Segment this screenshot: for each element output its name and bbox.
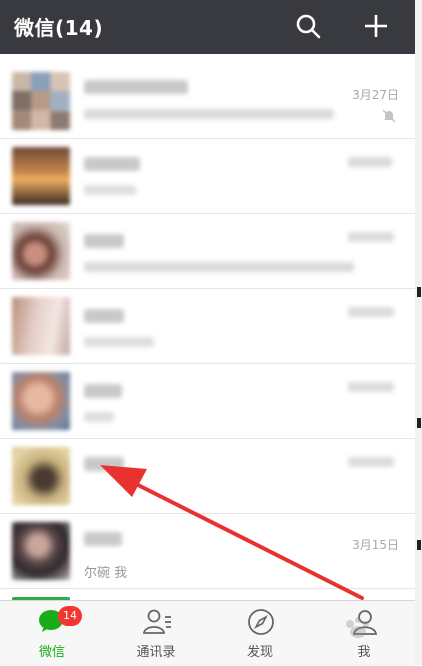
tab-chats[interactable]: 14 微信 <box>0 601 104 666</box>
mute-icon <box>381 108 397 128</box>
plus-icon[interactable] <box>360 10 392 42</box>
chat-row[interactable] <box>0 139 415 214</box>
contact-avatar <box>12 522 70 580</box>
chat-name-blurred <box>84 457 124 471</box>
strip-mark <box>417 418 421 428</box>
contact-avatar <box>12 297 70 355</box>
compass-icon <box>248 609 274 635</box>
chat-row[interactable] <box>0 364 415 439</box>
chat-name-blurred <box>84 234 124 248</box>
chat-preview-blurred <box>84 109 334 119</box>
strip-mark <box>417 540 421 550</box>
contact-avatar <box>12 147 70 205</box>
contact-avatar <box>12 222 70 280</box>
group-avatar <box>12 72 70 130</box>
chat-name-blurred <box>84 309 124 323</box>
chat-row[interactable]: 3月15日 尔碗 我 <box>0 514 415 589</box>
chat-name-blurred <box>84 532 122 546</box>
chat-preview-blurred <box>84 262 354 272</box>
chat-row[interactable]: 3月27日 <box>0 64 415 139</box>
chat-preview-blurred <box>84 337 154 347</box>
tab-contacts[interactable]: 通讯录 <box>104 601 208 666</box>
chat-list[interactable]: 3月27日 3月15日 尔碗 我 <box>0 54 415 600</box>
chat-time-blurred <box>348 307 394 317</box>
contact-avatar <box>12 447 70 505</box>
tab-label: 微信 <box>38 645 65 660</box>
watermark-logo <box>346 617 369 638</box>
background-window-strip <box>415 0 422 665</box>
chat-row[interactable] <box>0 589 415 600</box>
chat-time-blurred <box>348 457 394 467</box>
chat-time-blurred <box>348 232 394 242</box>
tab-label: 发现 <box>246 645 273 660</box>
chat-time: 3月27日 <box>352 88 399 102</box>
search-icon[interactable] <box>292 10 324 42</box>
chat-time-blurred <box>348 157 392 167</box>
chat-preview: 尔碗 我 <box>84 566 128 581</box>
strip-mark <box>417 287 421 297</box>
chat-name-blurred <box>84 384 122 398</box>
contact-avatar <box>12 372 70 430</box>
chat-time-blurred <box>348 382 394 392</box>
chat-row[interactable] <box>0 439 415 514</box>
chat-name-blurred <box>84 157 140 171</box>
tab-discover[interactable]: 发现 <box>208 601 312 666</box>
chat-row[interactable] <box>0 289 415 364</box>
chat-preview-blurred <box>84 412 114 422</box>
chat-name-blurred <box>84 80 188 94</box>
chat-preview-blurred <box>84 185 136 195</box>
chat-row[interactable] <box>0 214 415 289</box>
app-title: 微信(14) <box>14 16 104 40</box>
top-bar: 微信(14) <box>0 0 415 54</box>
unread-badge: 14 <box>58 606 82 626</box>
tab-label: 通讯录 <box>136 645 176 660</box>
contacts-icon <box>142 609 171 634</box>
chat-time: 3月15日 <box>352 538 399 552</box>
